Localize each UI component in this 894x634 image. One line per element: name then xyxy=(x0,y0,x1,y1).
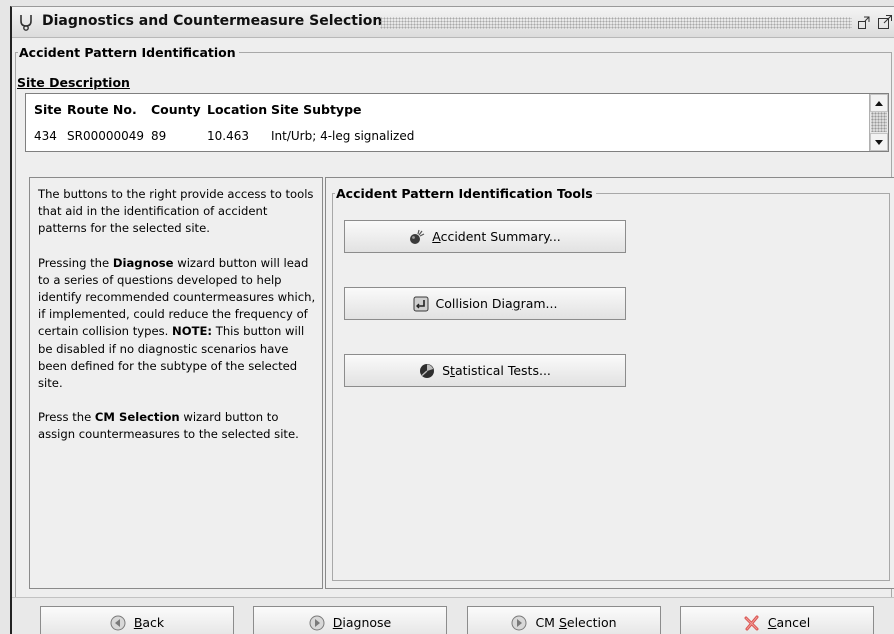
back-button[interactable]: Back xyxy=(40,606,234,634)
cancel-x-icon xyxy=(744,615,759,630)
table-scrollbar[interactable] xyxy=(869,94,888,151)
column-county[interactable]: County xyxy=(151,102,201,117)
column-site-subtype[interactable]: Site Subtype xyxy=(271,102,362,117)
tools-panel: Accident Pattern Identification Tools Ac… xyxy=(325,177,894,589)
maximize-external-icon[interactable] xyxy=(877,14,893,30)
scroll-down-button[interactable] xyxy=(870,133,888,151)
cell-site-subtype: Int/Urb; 4-leg signalized xyxy=(271,129,415,143)
column-site[interactable]: Site xyxy=(34,102,62,117)
cell-site: 434 xyxy=(34,129,57,143)
diagnose-label: Diagnose xyxy=(332,615,392,630)
accident-summary-button[interactable]: Accident Summary... xyxy=(344,220,626,253)
stethoscope-icon xyxy=(20,15,32,31)
scroll-thumb[interactable] xyxy=(871,112,887,132)
restore-down-icon[interactable] xyxy=(857,14,873,30)
forward-arrow-icon xyxy=(309,615,325,630)
collision-diagram-label: Collision Diagram... xyxy=(435,296,558,311)
accident-pattern-legend: Accident Pattern Identification xyxy=(19,45,236,60)
cm-selection-label: CM Selection xyxy=(535,615,617,630)
column-location[interactable]: Location xyxy=(207,102,267,117)
site-table[interactable]: Site Route No. County Location Site Subt… xyxy=(25,93,889,152)
tools-legend: Accident Pattern Identification Tools xyxy=(336,186,593,201)
cell-location: 10.463 xyxy=(207,129,249,143)
back-arrow-icon xyxy=(110,615,126,630)
cell-county: 89 xyxy=(151,129,167,143)
title-bar[interactable]: Diagnostics and Countermeasure Selection xyxy=(12,7,894,38)
help-paragraph-1: The buttons to the right provide access … xyxy=(38,187,314,236)
accident-summary-icon xyxy=(410,229,425,244)
collision-diagram-icon xyxy=(413,296,429,311)
scroll-up-button[interactable] xyxy=(870,94,888,112)
cancel-button[interactable]: Cancel xyxy=(680,606,874,634)
help-paragraph-2: Pressing the Diagnose wizard button will… xyxy=(38,255,316,391)
collision-diagram-button[interactable]: Collision Diagram... xyxy=(344,287,626,320)
back-label: Back xyxy=(133,615,165,630)
wizard-button-bar: Back Diagnose CM Selection Cancel xyxy=(12,597,894,634)
arrow-up-icon xyxy=(875,101,883,106)
tools-group: Accident Pattern Identification Tools Ac… xyxy=(332,186,890,581)
title-bar-grip xyxy=(380,17,852,29)
help-text-panel: The buttons to the right provide access … xyxy=(29,177,323,589)
arrow-down-icon xyxy=(875,140,883,145)
help-paragraph-3: Press the CM Selection wizard button to … xyxy=(38,410,299,442)
window-title: Diagnostics and Countermeasure Selection xyxy=(42,13,383,29)
cm-selection-button[interactable]: CM Selection xyxy=(467,606,661,634)
cell-route-no: SR00000049 xyxy=(67,129,145,143)
diagnose-button[interactable]: Diagnose xyxy=(253,606,447,634)
cancel-label: Cancel xyxy=(767,615,811,630)
dialog-window: Diagnostics and Countermeasure Selection… xyxy=(10,6,894,634)
site-description-label: Site Description xyxy=(17,75,130,90)
statistical-tests-icon xyxy=(420,363,435,378)
column-route-no[interactable]: Route No. xyxy=(67,102,137,117)
statistical-tests-button[interactable]: Statistical Tests... xyxy=(344,354,626,387)
forward-arrow-icon xyxy=(511,615,527,630)
statistical-tests-label: Statistical Tests... xyxy=(442,363,551,378)
accident-summary-label: Accident Summary... xyxy=(432,229,561,244)
